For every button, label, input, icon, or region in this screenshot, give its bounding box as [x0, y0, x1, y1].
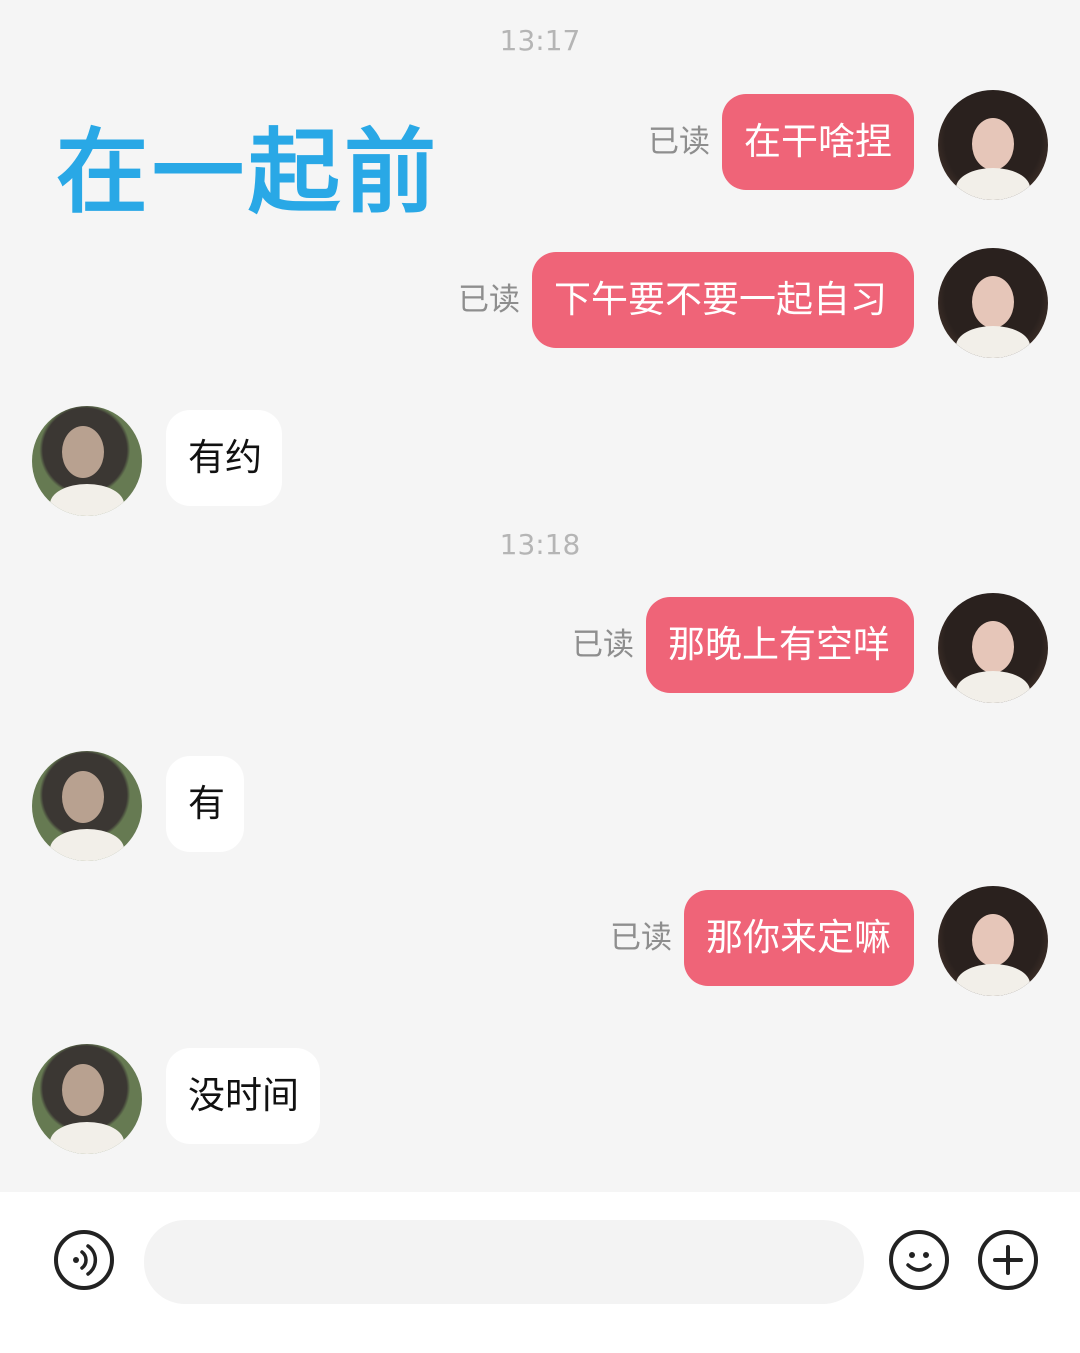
- plus-icon[interactable]: [978, 1230, 1038, 1290]
- contact-avatar[interactable]: [32, 1044, 142, 1154]
- voice-icon[interactable]: [54, 1230, 114, 1290]
- message-bubble-outgoing[interactable]: 在干啥捏: [722, 94, 914, 190]
- my-avatar[interactable]: [938, 90, 1048, 200]
- timestamp: 13:18: [499, 528, 581, 561]
- message-bubble-outgoing[interactable]: 那晚上有空咩: [646, 597, 914, 693]
- read-receipt: 已读: [458, 282, 520, 318]
- my-avatar[interactable]: [938, 886, 1048, 996]
- emoji-icon[interactable]: [889, 1230, 949, 1290]
- overlay-title: 在一起前: [56, 119, 441, 226]
- contact-avatar[interactable]: [32, 751, 142, 861]
- contact-avatar[interactable]: [32, 406, 142, 516]
- message-bubble-incoming[interactable]: 有约: [166, 410, 282, 506]
- my-avatar[interactable]: [938, 248, 1048, 358]
- my-avatar[interactable]: [938, 593, 1048, 703]
- read-receipt: 已读: [610, 920, 672, 956]
- read-receipt: 已读: [572, 627, 634, 663]
- message-input[interactable]: [144, 1220, 864, 1304]
- message-bubble-outgoing[interactable]: 下午要不要一起自习: [532, 252, 914, 348]
- message-bubble-incoming[interactable]: 没时间: [166, 1048, 320, 1144]
- timestamp: 13:17: [499, 24, 581, 57]
- message-bubble-outgoing[interactable]: 那你来定嘛: [684, 890, 914, 986]
- message-bubble-incoming[interactable]: 有: [166, 756, 244, 852]
- read-receipt: 已读: [648, 124, 710, 160]
